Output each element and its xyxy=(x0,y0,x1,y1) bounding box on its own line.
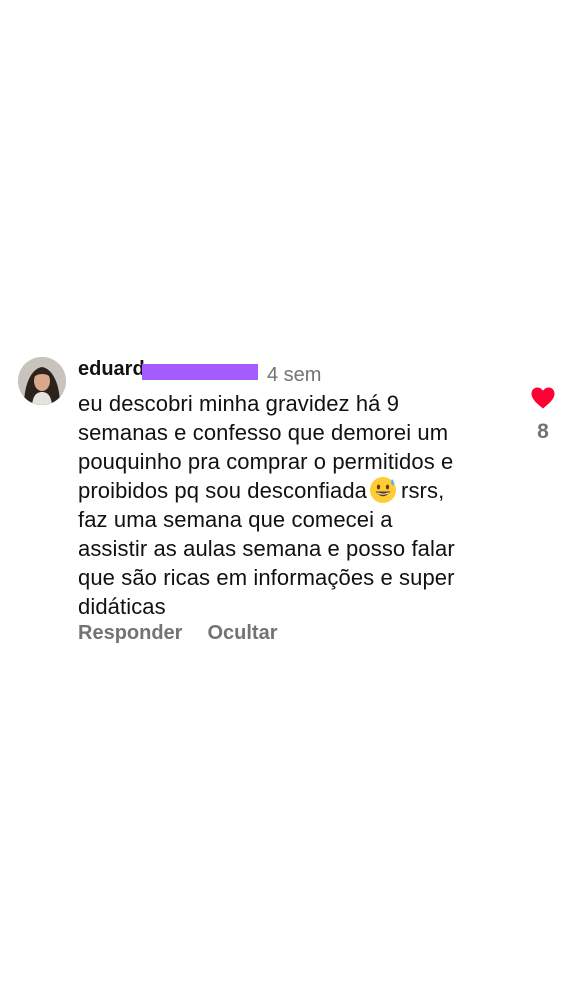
comment-line: eu descobri minha gravidez há 9 xyxy=(78,391,400,416)
comment-line: pouquinho pra comprar o permitidos e xyxy=(78,449,454,474)
comment-actions: Responder Ocultar xyxy=(78,622,278,645)
comment-line: didáticas xyxy=(78,594,166,619)
heart-icon[interactable] xyxy=(530,386,556,410)
like-section: 8 xyxy=(528,386,558,444)
comment-text: eu descobri minha gravidez há 9 semanas … xyxy=(78,389,508,621)
comment-line: que são ricas em informações e super xyxy=(78,565,455,590)
avatar[interactable] xyxy=(18,357,66,405)
grinning-face-with-sweat-emoji-icon xyxy=(370,477,397,503)
comment-line-with-emoji: proibidos pq sou desconfiada rsrs, xyxy=(78,476,508,505)
username[interactable]: eduard xyxy=(78,358,258,387)
comment-line: semanas e confesso que demorei um xyxy=(78,420,449,445)
comment-line-text: proibidos pq sou desconfiada xyxy=(78,478,368,503)
timestamp: 4 sem xyxy=(267,364,322,386)
hide-button[interactable]: Ocultar xyxy=(207,622,277,645)
comment-header: eduard 4 sem xyxy=(78,358,322,387)
reply-button[interactable]: Responder xyxy=(78,622,182,645)
comment-line-text: rsrs, xyxy=(401,478,445,503)
comment-line: faz uma semana que comecei a xyxy=(78,507,393,532)
username-redaction xyxy=(142,364,258,380)
like-count: 8 xyxy=(537,420,549,443)
comment-line: assistir as aulas semana e posso falar xyxy=(78,536,455,561)
avatar-photo xyxy=(18,357,66,405)
comment-screen: eduard 4 sem eu descobri minha gravidez … xyxy=(0,0,585,998)
